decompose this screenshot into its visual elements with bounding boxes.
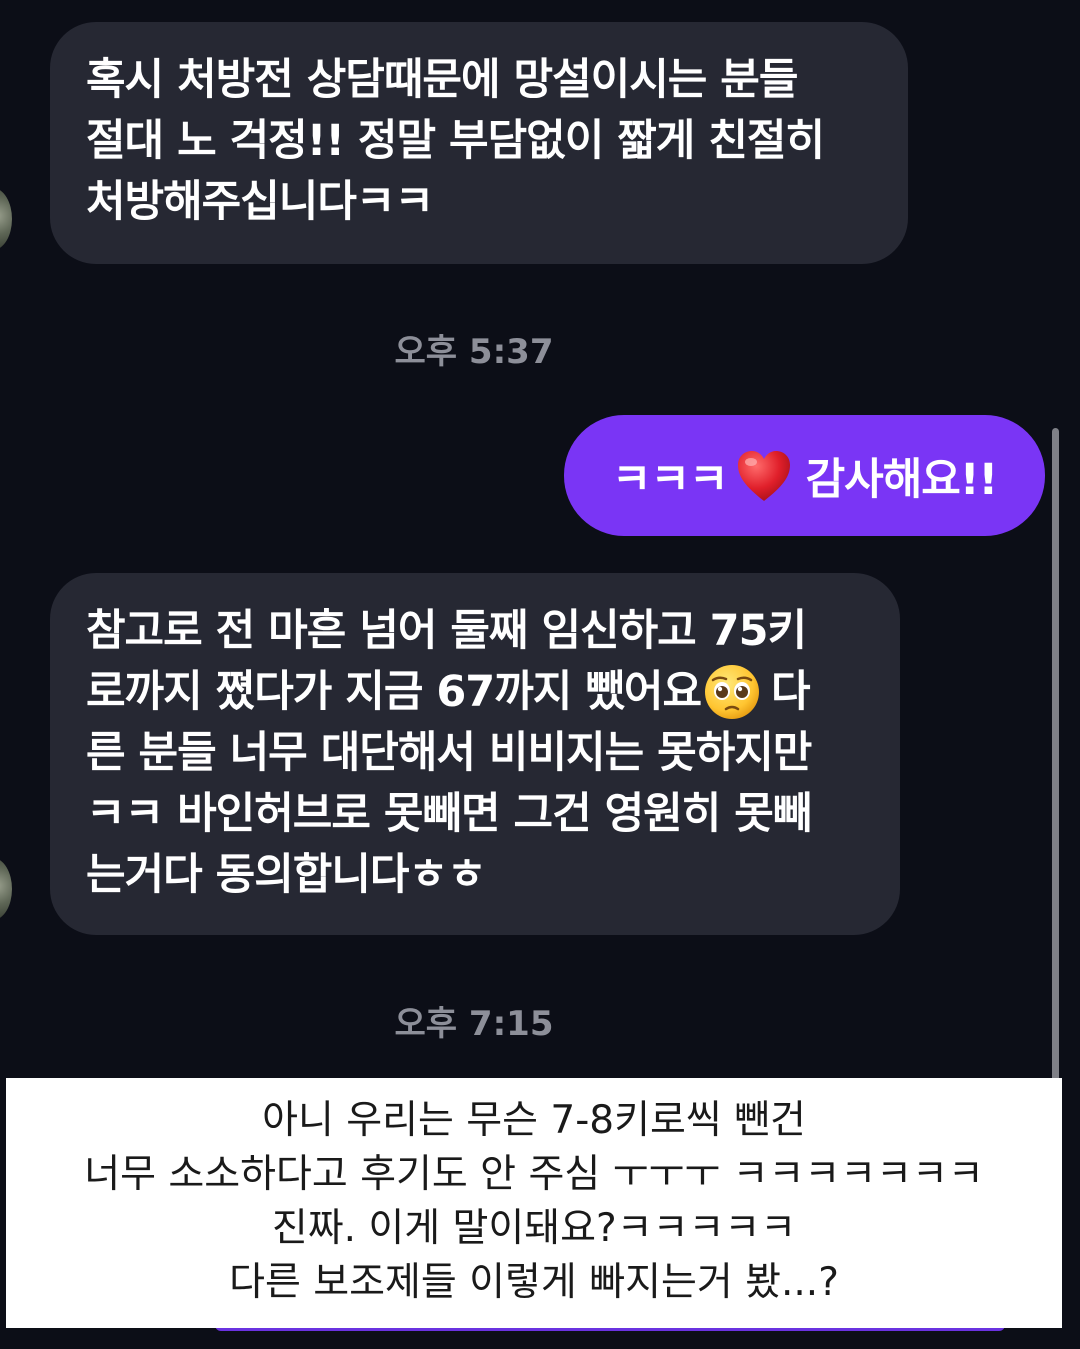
incoming-message-bubble[interactable]: 참고로 전 마흔 넘어 둘째 임신하고 75키 로까지 쪘다가 지금 67까지 … — [50, 573, 900, 935]
message-text-line: 혹시 처방전 상담때문에 망설이시는 분들 — [86, 55, 798, 105]
message-timestamp: 오후 7:15 — [394, 1004, 554, 1044]
message-text-line: 절대 노 걱정!! 정말 부담없이 짧게 친절히 — [86, 116, 825, 166]
message-text: 감사해요!! — [805, 454, 998, 505]
message-text: ㅋㅋㅋ — [611, 454, 729, 505]
incoming-message-bubble[interactable]: 혹시 처방전 상담때문에 망설이시는 분들 절대 노 걱정!! 정말 부담없이 … — [50, 22, 908, 264]
message-text-line: 참고로 전 마흔 넘어 둘째 임신하고 75키 — [86, 606, 807, 656]
sender-avatar[interactable] — [0, 188, 12, 250]
caption-line: 너무 소소하다고 후기도 안 주심 ㅜㅜㅜ ㅋㅋㅋㅋㅋㅋㅋ — [84, 1152, 984, 1197]
outgoing-message-bubble[interactable]: ㅋㅋㅋ 감사해요!! — [564, 415, 1045, 536]
pleading-face-icon — [705, 664, 759, 719]
message-text-segment: 로까지 쪘다가 지금 67까지 뺐어요 — [86, 667, 702, 717]
caption-line: 진짜. 이게 말이돼요?ㅋㅋㅋㅋㅋ — [271, 1206, 797, 1251]
message-text-line: 른 분들 너무 대단해서 비비지는 못하지만 — [86, 728, 812, 778]
message-text-segment: 다 — [771, 667, 811, 717]
caption-line: 다른 보조제들 이렇게 빠지는거 봤...? — [229, 1260, 839, 1305]
sender-avatar[interactable] — [0, 858, 12, 920]
caption-line: 아니 우리는 무슨 7-8키로씩 뺀건 — [262, 1098, 806, 1143]
message-timestamp: 오후 5:37 — [394, 332, 554, 372]
caption-overlay: 아니 우리는 무슨 7-8키로씩 뺀건 너무 소소하다고 후기도 안 주심 ㅜㅜ… — [6, 1078, 1062, 1328]
message-text-line: 는거다 동의합니다ㅎㅎ — [86, 850, 487, 900]
message-text-line: ㅋㅋ 바인허브로 못빼면 그건 영원히 못빼 — [86, 789, 812, 839]
message-text-line: 로까지 쪘다가 지금 67까지 뺐어요 다 — [86, 662, 862, 723]
message-text-line: 처방해주십니다ㅋㅋ — [86, 177, 434, 227]
chat-thread: 혹시 처방전 상담때문에 망설이시는 분들 절대 노 걱정!! 정말 부담없이 … — [0, 0, 1080, 1349]
scrollbar-thumb[interactable] — [1052, 428, 1059, 1088]
red-heart-icon — [737, 450, 790, 501]
